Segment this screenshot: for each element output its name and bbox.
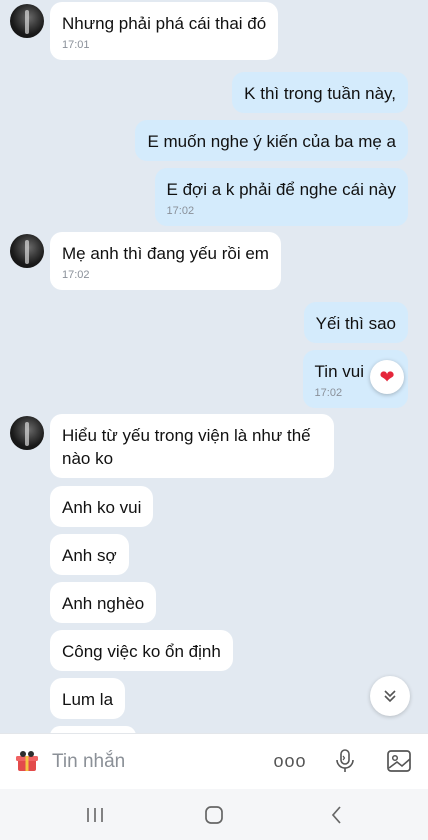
message-composer: Tin nhắn ooo bbox=[0, 733, 428, 789]
message-text: K thì trong tuần này, bbox=[244, 84, 396, 103]
avatar[interactable] bbox=[10, 234, 44, 268]
message-text: E muốn nghe ý kiến của ba mẹ a bbox=[147, 132, 396, 151]
message-bubble-incoming[interactable]: Anh sợ bbox=[50, 534, 129, 575]
message-bubble-incoming[interactable]: Lum la bbox=[50, 678, 126, 719]
message-text: Hiểu từ yếu trong viện là như thế nào ko bbox=[62, 426, 311, 468]
message-bubble-outgoing[interactable]: E đợi a k phải để nghe cái này 17:02 bbox=[154, 168, 408, 226]
microphone-icon[interactable] bbox=[330, 746, 360, 776]
message-time: 17:02 bbox=[314, 387, 343, 399]
message-text: Anh ko vui bbox=[62, 498, 142, 517]
heart-reaction-icon[interactable]: ❤ bbox=[370, 360, 404, 394]
message-time: 17:02 bbox=[166, 205, 195, 217]
message-bubble-incoming[interactable]: Công việc ko ổn định bbox=[50, 630, 233, 671]
message-time: 17:02 bbox=[62, 269, 90, 281]
home-icon[interactable] bbox=[199, 803, 229, 827]
recent-apps-icon[interactable] bbox=[80, 803, 110, 827]
double-chevron-down-icon bbox=[384, 690, 396, 703]
message-text: Lum la bbox=[62, 690, 114, 709]
message-input[interactable]: Tin nhắn bbox=[52, 751, 125, 773]
message-bubble-incoming[interactable]: Hiểu từ yếu trong viện là như thế nào ko bbox=[50, 414, 334, 478]
message-text: Anh sợ bbox=[62, 546, 117, 565]
message-bubble-incoming[interactable]: Anh nghèo bbox=[50, 582, 157, 623]
message-bubble-incoming[interactable]: Nhưng phải phá cái thai đó 17:01 bbox=[50, 2, 279, 60]
avatar[interactable] bbox=[10, 416, 44, 450]
message-text: Anh nghèo bbox=[62, 594, 145, 613]
system-navigation-bar bbox=[0, 789, 428, 840]
message-bubble-incoming[interactable] bbox=[50, 726, 136, 733]
message-bubble-incoming[interactable]: Anh ko vui bbox=[50, 486, 154, 527]
message-text: Công việc ko ổn định bbox=[62, 642, 221, 661]
avatar[interactable] bbox=[10, 4, 44, 38]
message-text: E đợi a k phải để nghe cái này bbox=[166, 180, 396, 199]
more-options-icon[interactable]: ooo bbox=[273, 746, 306, 776]
sticker-icon[interactable] bbox=[12, 746, 42, 776]
back-icon[interactable] bbox=[322, 803, 352, 827]
message-bubble-outgoing[interactable]: Yếi thì sao bbox=[303, 302, 408, 343]
image-icon[interactable] bbox=[384, 746, 414, 776]
message-text: Tin vui bbox=[314, 362, 364, 381]
message-text: Mẹ anh thì đang yếu rồi em bbox=[62, 244, 269, 263]
message-text: Yếi thì sao bbox=[315, 314, 396, 333]
scroll-down-button[interactable] bbox=[370, 676, 410, 716]
chat-area[interactable]: Nhưng phải phá cái thai đó 17:01 K thì t… bbox=[0, 0, 428, 733]
message-bubble-outgoing[interactable]: K thì trong tuần này, bbox=[232, 72, 408, 113]
message-bubble-outgoing[interactable]: E muốn nghe ý kiến của ba mẹ a bbox=[135, 120, 408, 161]
message-time: 17:01 bbox=[62, 39, 90, 51]
message-text: Nhưng phải phá cái thai đó bbox=[62, 14, 267, 33]
message-bubble-incoming[interactable]: Mẹ anh thì đang yếu rồi em 17:02 bbox=[50, 232, 281, 290]
